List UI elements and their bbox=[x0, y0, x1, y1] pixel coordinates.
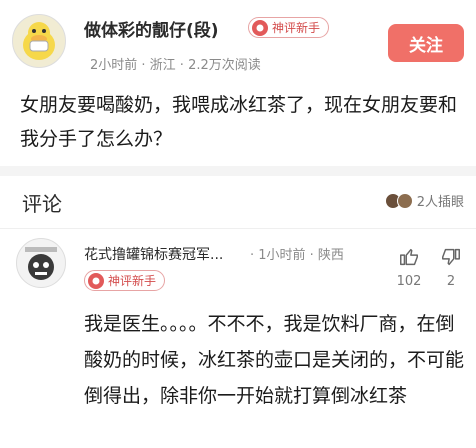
author-badge: 神评新手 bbox=[248, 17, 330, 38]
cheer-indicator[interactable]: 2人插眼 bbox=[384, 191, 464, 210]
medal-icon bbox=[88, 272, 104, 289]
author-avatar[interactable] bbox=[12, 14, 66, 68]
comment-body: 我是医生。。。。不不不，我是饮料厂商，在倒酸奶的时候，冰红茶的壶口是关闭的，不可… bbox=[84, 313, 465, 407]
commenter-avatar[interactable] bbox=[16, 238, 66, 288]
section-divider bbox=[0, 166, 476, 176]
cheer-text: 2人插眼 bbox=[416, 195, 464, 210]
author-name[interactable]: 做体彩的靓仔(段) bbox=[84, 16, 219, 41]
follow-button[interactable]: 关注 bbox=[388, 24, 464, 62]
comment-separator bbox=[0, 228, 476, 229]
dislike-button[interactable]: 2 bbox=[436, 246, 466, 289]
post-meta: 2小时前 · 浙江 · 2.2万次阅读 bbox=[90, 58, 261, 73]
author-badge-label: 神评新手 bbox=[272, 21, 321, 35]
medal-icon bbox=[252, 19, 268, 36]
commenter-name[interactable]: 花式撸罐锦标赛冠军... bbox=[84, 244, 223, 264]
commenter-badge-label: 神评新手 bbox=[108, 274, 157, 288]
like-count: 102 bbox=[396, 274, 422, 289]
thumbs-up-icon bbox=[400, 248, 418, 266]
post-body: 女朋友要喝酸奶，我喂成冰红茶了，现在女朋友要和我分手了怎么办？ bbox=[20, 94, 458, 150]
meme-face-avatar-icon bbox=[25, 247, 57, 280]
commenter-badge: 神评新手 bbox=[84, 270, 166, 291]
comments-title: 评论 bbox=[22, 192, 62, 216]
thumbs-down-icon bbox=[442, 248, 460, 266]
comment-meta: · 1小时前 · 陕西 bbox=[250, 248, 344, 263]
cheer-avatars bbox=[384, 192, 413, 209]
like-button[interactable]: 102 bbox=[394, 246, 424, 289]
dislike-count: 2 bbox=[446, 274, 456, 289]
duck-avatar-icon bbox=[23, 22, 55, 60]
